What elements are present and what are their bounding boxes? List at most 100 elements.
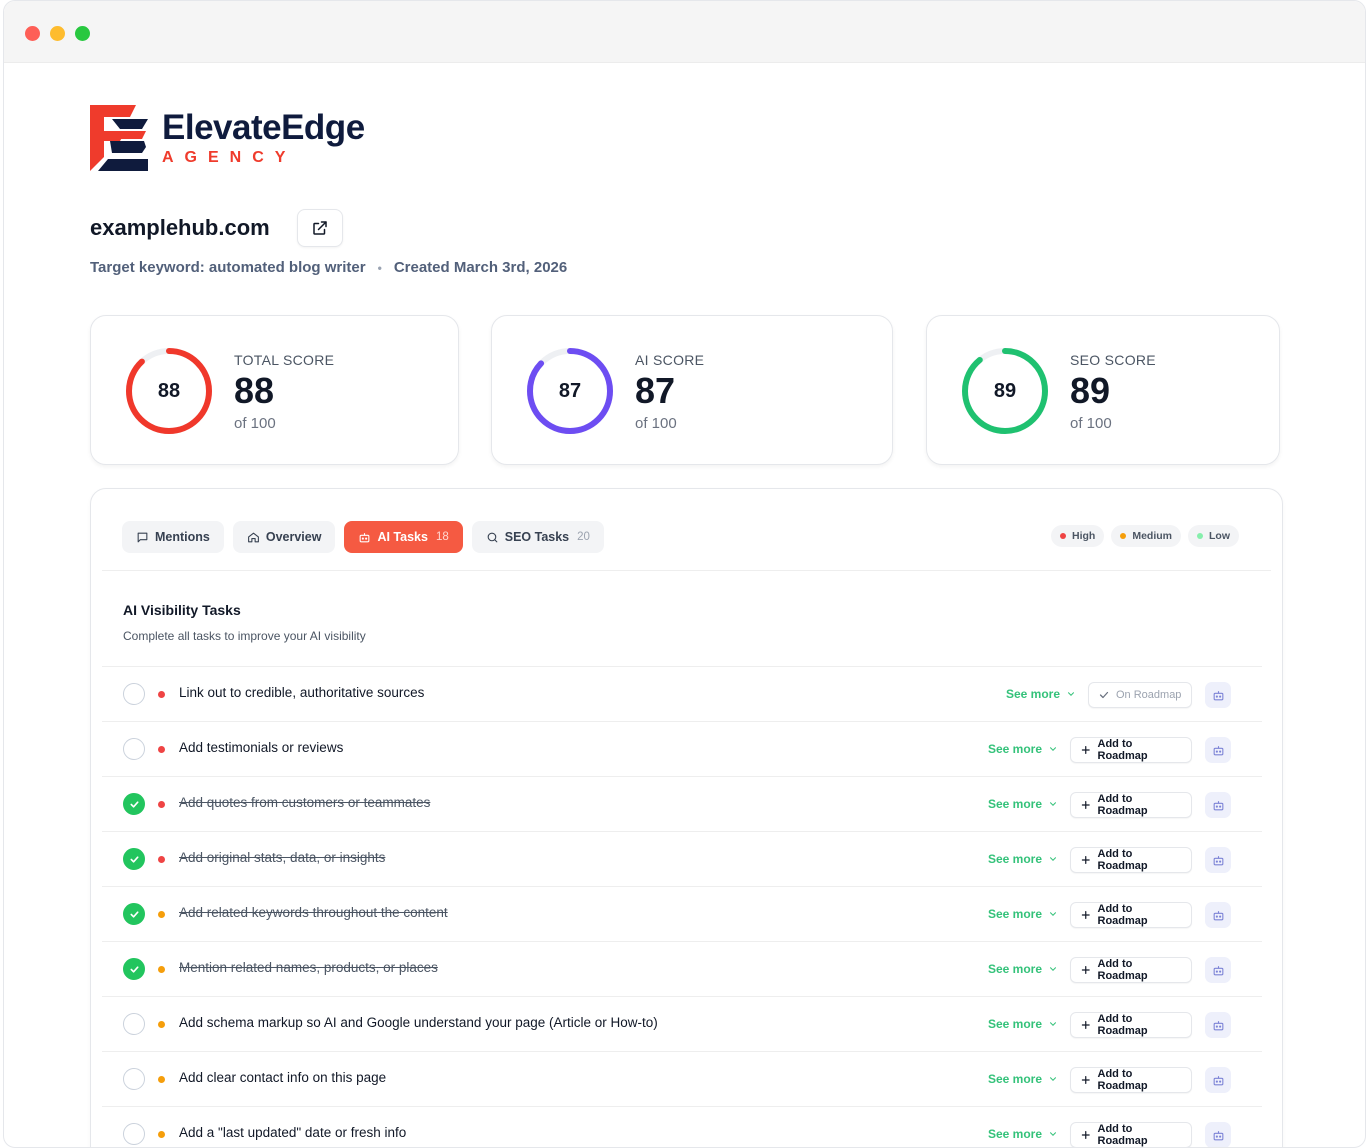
roadmap-label: Add to Roadmap [1097, 1123, 1148, 1147]
ai-assist-button[interactable] [1205, 957, 1231, 983]
add-to-roadmap-button[interactable]: Add to Roadmap [1070, 957, 1192, 983]
add-to-roadmap-button[interactable]: Add to Roadmap [1070, 737, 1192, 763]
ai-assist-button[interactable] [1205, 847, 1231, 873]
task-row: Add original stats, data, or insights Se… [102, 831, 1262, 886]
legend-medium: Medium [1111, 525, 1181, 547]
add-to-roadmap-button[interactable]: Add to Roadmap [1070, 902, 1192, 928]
see-more-button[interactable]: See more [988, 962, 1058, 976]
roadmap-label: Add to Roadmap [1097, 903, 1148, 927]
priority-dot [158, 1021, 165, 1028]
chat-bubble-icon [136, 531, 155, 544]
on-roadmap-button[interactable]: On Roadmap [1088, 682, 1192, 708]
task-row: Add a "last updated" date or fresh info … [102, 1106, 1262, 1147]
task-checkbox[interactable] [123, 958, 145, 980]
see-more-button[interactable]: See more [988, 1072, 1058, 1086]
task-checkbox[interactable] [123, 683, 145, 705]
robot-icon [1213, 745, 1223, 755]
section-title: AI Visibility Tasks [123, 602, 241, 618]
tasks-panel: Mentions Overview AI Tasks 18 SEO Tasks … [90, 488, 1283, 1147]
ai-assist-button[interactable] [1205, 902, 1231, 928]
chevron-down-icon [1068, 692, 1075, 696]
task-row: Add schema markup so AI and Google under… [102, 996, 1262, 1051]
ai-assist-button[interactable] [1205, 792, 1231, 818]
see-more-button[interactable]: See more [1006, 687, 1076, 701]
see-more-button[interactable]: See more [988, 852, 1058, 866]
task-checkbox[interactable] [123, 1068, 145, 1090]
browser-window: ElevateEdge AGENCY examplehub.com Target… [3, 0, 1366, 1148]
roadmap-label: Add to Roadmap [1097, 1068, 1148, 1092]
chevron-down-icon [1050, 967, 1057, 971]
see-more-label: See more [988, 962, 1043, 976]
see-more-button[interactable]: See more [988, 1017, 1058, 1031]
created-date: Created March 3rd, 2026 [393, 259, 568, 276]
ai-assist-button[interactable] [1205, 682, 1231, 708]
check-icon [129, 965, 139, 973]
ai-assist-button[interactable] [1205, 1012, 1231, 1038]
ai-assist-button[interactable] [1205, 1067, 1231, 1093]
minimize-window-button[interactable] [50, 26, 65, 41]
tab-overview[interactable]: Overview [232, 521, 336, 553]
search-icon [486, 531, 505, 544]
see-more-button[interactable]: See more [988, 797, 1058, 811]
see-more-button[interactable]: See more [988, 742, 1058, 756]
roadmap-label: On Roadmap [1116, 689, 1182, 701]
priority-dot [1197, 533, 1203, 539]
ai-assist-button[interactable] [1205, 1122, 1231, 1147]
seo-score-label: SEO SCORE [1070, 352, 1156, 368]
chevron-down-icon [1050, 1077, 1057, 1081]
roadmap-label: Add to Roadmap [1097, 793, 1148, 817]
task-text: Link out to credible, authoritative sour… [179, 685, 425, 700]
total-score-label: TOTAL SCORE [234, 352, 335, 368]
add-to-roadmap-button[interactable]: Add to Roadmap [1070, 847, 1192, 873]
tab-seo-tasks[interactable]: SEO Tasks 20 [471, 521, 604, 553]
brand-logo: ElevateEdge AGENCY [90, 105, 365, 171]
task-text: Add a "last updated" date or fresh info [179, 1125, 407, 1140]
task-text: Add clear contact info on this page [179, 1070, 387, 1085]
see-more-button[interactable]: See more [988, 907, 1058, 921]
task-checkbox[interactable] [123, 793, 145, 815]
see-more-label: See more [988, 1127, 1043, 1141]
task-text: Add related keywords throughout the cont… [179, 905, 448, 920]
task-checkbox[interactable] [123, 1123, 145, 1145]
roadmap-label: Add to Roadmap [1097, 958, 1148, 982]
task-checkbox[interactable] [123, 903, 145, 925]
plus-icon [1081, 911, 1090, 919]
robot-icon [1213, 965, 1223, 975]
chevron-down-icon [1050, 802, 1057, 806]
task-checkbox[interactable] [123, 848, 145, 870]
ai-assist-button[interactable] [1205, 737, 1231, 763]
total-score-max: of 100 [234, 415, 276, 432]
robot-icon [1213, 855, 1223, 865]
ai-score-value: 87 [635, 370, 676, 411]
ai-score-ring-value: 87 [558, 379, 582, 402]
brand-logo-mark-icon [90, 105, 148, 171]
plus-icon [1081, 746, 1090, 754]
add-to-roadmap-button[interactable]: Add to Roadmap [1070, 1012, 1192, 1038]
check-icon [129, 800, 139, 808]
legend-low: Low [1188, 525, 1239, 547]
tab-mentions[interactable]: Mentions [122, 521, 224, 553]
task-text: Add original stats, data, or insights [179, 850, 386, 865]
close-window-button[interactable] [25, 26, 40, 41]
chevron-down-icon [1050, 912, 1057, 916]
legend-label: Medium [1132, 530, 1172, 542]
robot-icon [1213, 690, 1223, 700]
task-checkbox[interactable] [123, 738, 145, 760]
tab-label: Overview [265, 530, 322, 544]
priority-dot [158, 746, 165, 753]
add-to-roadmap-button[interactable]: Add to Roadmap [1070, 1067, 1192, 1093]
maximize-window-button[interactable] [75, 26, 90, 41]
seo-score-max: of 100 [1070, 415, 1112, 432]
target-keyword: Target keyword: automated blog writer [90, 259, 366, 276]
task-checkbox[interactable] [123, 1013, 145, 1035]
add-to-roadmap-button[interactable]: Add to Roadmap [1070, 1122, 1192, 1147]
task-text: Mention related names, products, or plac… [179, 960, 438, 975]
see-more-button[interactable]: See more [988, 1127, 1058, 1141]
open-external-button[interactable] [296, 209, 343, 247]
plus-icon [1081, 1021, 1090, 1029]
priority-dot [1060, 533, 1066, 539]
add-to-roadmap-button[interactable]: Add to Roadmap [1070, 792, 1192, 818]
tab-ai-tasks[interactable]: AI Tasks 18 [344, 521, 463, 553]
tab-bar: Mentions Overview AI Tasks 18 SEO Tasks … [122, 521, 604, 553]
task-text: Add quotes from customers or teammates [179, 795, 431, 810]
